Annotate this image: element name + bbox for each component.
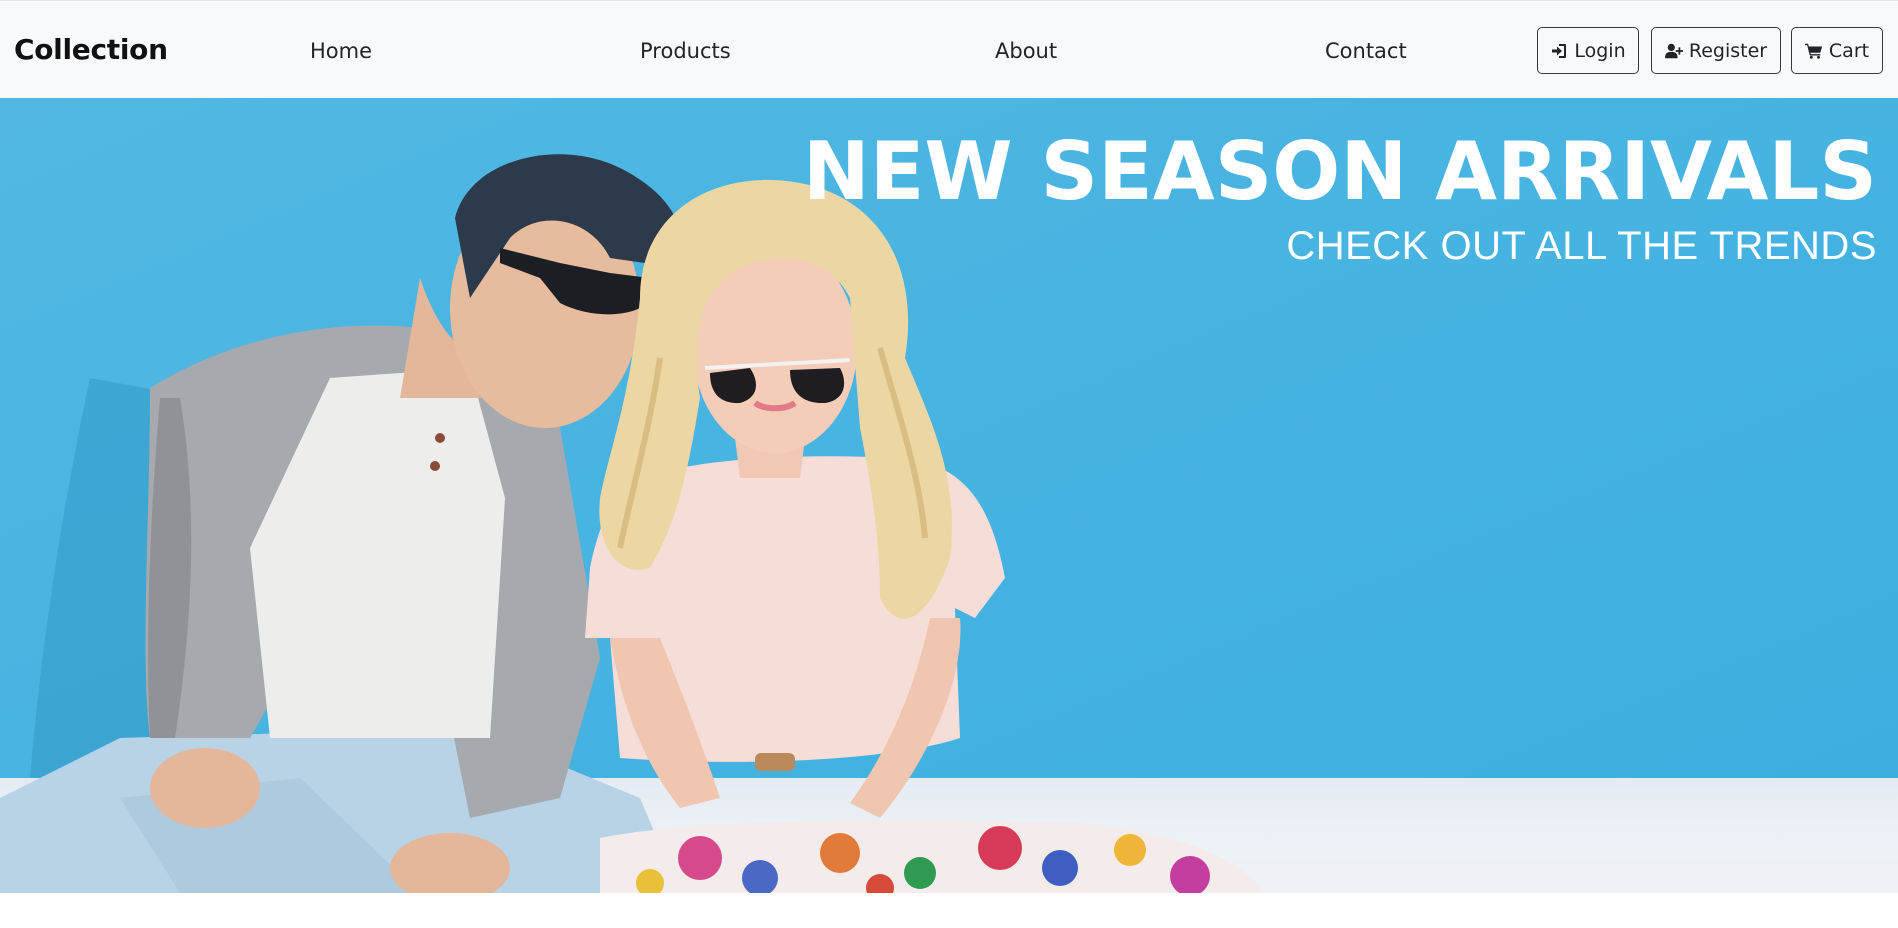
nav-link-products[interactable]: Products [640,37,731,65]
top-navbar: Collection Home Products About Contact L… [0,0,1898,98]
register-button[interactable]: Register [1651,27,1781,74]
hero-subtitle: CHECK OUT ALL THE TRENDS [1286,224,1877,268]
hero-title: NEW SEASON ARRIVALS [802,125,1877,218]
shopping-cart-icon [1804,42,1823,60]
login-button[interactable]: Login [1537,27,1639,74]
nav-link-home[interactable]: Home [310,37,372,65]
cart-button[interactable]: Cart [1791,27,1883,74]
brand-logo[interactable]: Collection [14,31,168,69]
cart-button-label: Cart [1828,39,1870,62]
login-button-label: Login [1574,39,1626,62]
nav-link-contact[interactable]: Contact [1325,37,1407,65]
hero-banner: NEW SEASON ARRIVALS CHECK OUT ALL THE TR… [0,98,1898,893]
sign-in-icon [1550,42,1568,60]
register-button-label: Register [1688,39,1768,62]
user-plus-icon [1664,42,1683,60]
nav-link-about[interactable]: About [995,37,1057,65]
